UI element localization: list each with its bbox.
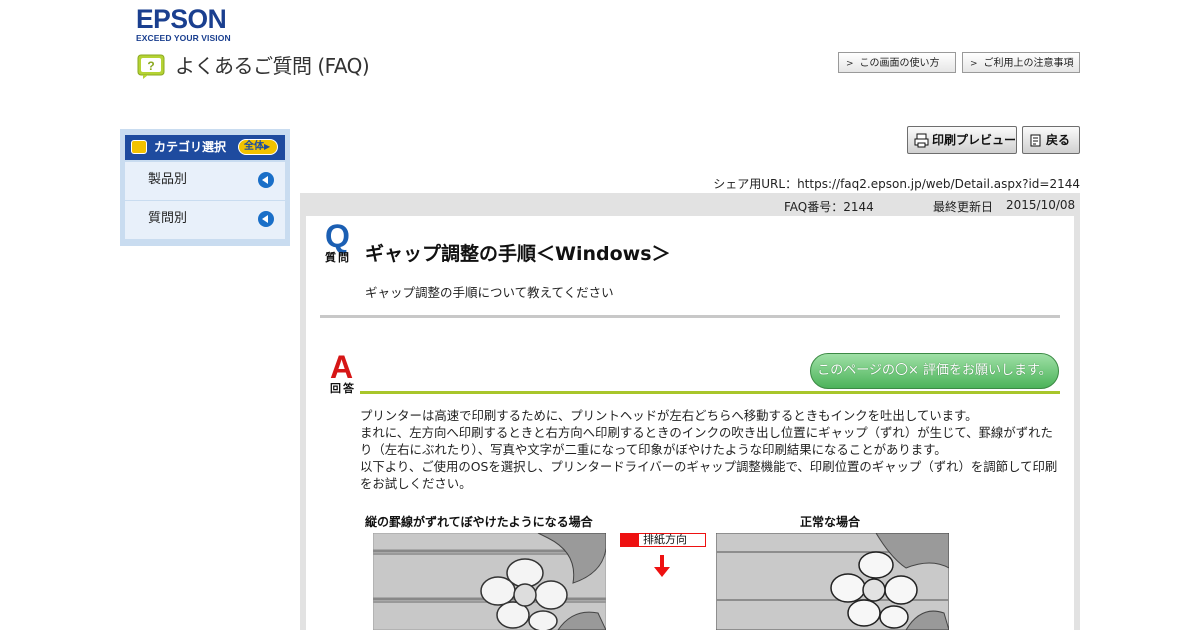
divider [320, 315, 1060, 318]
print-preview-label: 印刷プレビュー [932, 133, 1017, 147]
faq-question-icon: ? [137, 54, 165, 79]
play-icon: ▶ [264, 142, 271, 151]
faq-page-title: よくあるご質問 (FAQ) [175, 54, 370, 78]
sidebar-item-by-question[interactable]: 質問別 [125, 201, 285, 239]
back-button[interactable]: 戻る [1022, 126, 1080, 154]
answer-paragraph: プリンターは高速で印刷するために、プリントヘッドが左右どちらへ移動するときもイン… [360, 408, 978, 423]
sidebar-item-by-product[interactable]: 製品別 [125, 162, 285, 200]
last-updated-label: 最終更新日 [933, 200, 994, 214]
figure-caption-normal: 正常な場合 [800, 515, 861, 529]
answer-paragraph: まれに、左方向へ印刷するときと右方向へ印刷するときのインクの吹き出し位置にギャッ… [360, 425, 1053, 457]
arrow-left-icon [258, 172, 274, 188]
feed-direction-marker [621, 534, 639, 546]
brand-name: EPSON [136, 4, 227, 34]
normal-print-sample-image [716, 533, 949, 630]
sidebar-item-label: 製品別 [148, 172, 188, 187]
print-preview-button[interactable]: 印刷プレビュー [907, 126, 1017, 154]
answer-text: プリンターは高速で印刷するために、プリントヘッドが左右どちらへ移動するときもイン… [360, 407, 1060, 492]
question-title: ギャップ調整の手順＜Windows＞ [365, 243, 671, 265]
epson-logo[interactable]: EPSON EXCEED YOUR VISION [136, 5, 242, 43]
answer-divider [360, 391, 1060, 394]
svg-text:?: ? [147, 59, 154, 73]
last-updated-date: 2015/10/08 [1006, 198, 1076, 212]
arrow-left-icon [258, 211, 274, 227]
answer-mark-label: 回答 [330, 382, 356, 395]
rate-page-button[interactable]: このページの〇× 評価をお願いします。 [810, 353, 1059, 389]
all-categories-label: 全体 [244, 141, 264, 152]
question-mark-badge: Q 質問 [325, 218, 355, 264]
category-header: カテゴリ選択 全体▶ [125, 135, 285, 160]
category-title: カテゴリ選択 [154, 140, 227, 154]
brand-tagline: EXCEED YOUR VISION [136, 33, 231, 43]
printer-icon [914, 133, 929, 148]
faq-number: FAQ番号：2144 [784, 200, 874, 214]
question-mark-label: 質問 [325, 251, 351, 264]
usage-guide-link[interactable]: > この画面の使い方 [838, 52, 956, 73]
misaligned-print-sample-image [373, 533, 606, 630]
back-page-icon [1030, 134, 1041, 147]
feed-direction-text: 排紙方向 [643, 533, 687, 546]
usage-guide-label: この画面の使い方 [859, 58, 940, 69]
category-sidebar: カテゴリ選択 全体▶ 製品別 質問別 [120, 129, 290, 246]
back-label: 戻る [1046, 133, 1071, 147]
answer-paragraph: 以下より、ご使用のOSを選択し、プリンタードライバーのギャップ調整機能で、印刷位… [360, 459, 1058, 491]
terms-notice-link[interactable]: > ご利用上の注意事項 [962, 52, 1080, 73]
folder-icon [131, 140, 147, 154]
question-letter: Q [325, 218, 350, 254]
arrow-down-icon [654, 555, 670, 577]
sidebar-item-label: 質問別 [148, 211, 188, 226]
terms-notice-label: ご利用上の注意事項 [983, 58, 1074, 69]
share-url[interactable]: シェア用URL：https://faq2.epson.jp/web/Detail… [690, 175, 1080, 192]
all-categories-button[interactable]: 全体▶ [238, 139, 278, 155]
figure-caption-misaligned: 縦の罫線がずれてぼやけたようになる場合 [365, 515, 593, 529]
answer-letter: A [330, 349, 354, 385]
answer-mark-badge: A 回答 [330, 349, 360, 395]
feed-direction-label: 排紙方向 [620, 533, 706, 547]
question-description: ギャップ調整の手順について教えてください [365, 285, 614, 300]
chevron-right-icon: > [970, 59, 978, 69]
chevron-right-icon: > [846, 59, 854, 69]
